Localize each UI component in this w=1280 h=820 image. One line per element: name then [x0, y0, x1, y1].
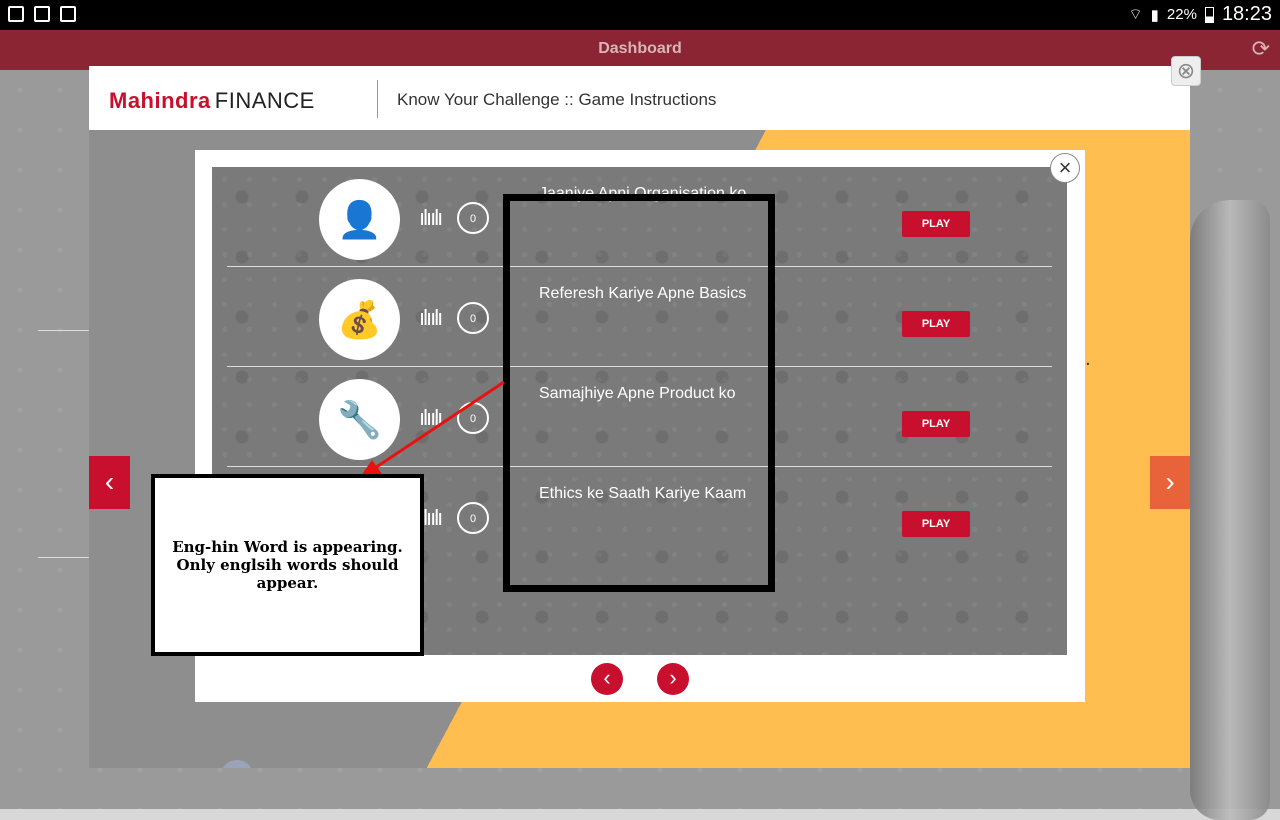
- header-divider: [377, 80, 378, 118]
- annotation-note: Eng-hin Word is appearing. Only englsih …: [151, 474, 424, 656]
- popup-close-button[interactable]: ×: [1050, 153, 1080, 183]
- play-button[interactable]: PLAY: [902, 411, 970, 437]
- pager: ‹ ›: [591, 663, 689, 695]
- app-header: Dashboard ⟳: [0, 30, 1280, 70]
- play-button[interactable]: PLAY: [902, 311, 970, 337]
- prev-page-button[interactable]: ‹: [591, 663, 623, 695]
- money-bag-icon: 💰: [319, 279, 400, 360]
- battery-icon: [1204, 6, 1214, 23]
- notification-icon: [8, 6, 24, 22]
- score-counter: 0: [457, 202, 489, 234]
- refresh-icon[interactable]: ⟳: [1252, 36, 1270, 62]
- app-title: Dashboard: [598, 40, 682, 57]
- file-icon: [60, 6, 76, 22]
- audio-wave-icon[interactable]: ılıılı: [419, 205, 443, 231]
- audio-wave-icon[interactable]: ılıılı: [419, 305, 443, 331]
- modal-header: Mahindra FINANCE Know Your Challenge :: G…: [89, 66, 1190, 130]
- score-counter: 0: [457, 402, 489, 434]
- modal-title: Know Your Challenge :: Game Instructions: [397, 90, 717, 109]
- brand-logo: Mahindra FINANCE: [109, 88, 315, 113]
- next-page-button[interactable]: ›: [657, 663, 689, 695]
- presenter-icon: 👤: [319, 179, 400, 260]
- wifi-icon: ⌔: [1128, 6, 1143, 23]
- battery-level: 22%: [1166, 6, 1197, 23]
- next-slide-button[interactable]: ›: [1150, 456, 1190, 509]
- signal-icon: ▮: [1150, 6, 1159, 24]
- score-counter: 0: [457, 302, 489, 334]
- score-counter: 0: [457, 502, 489, 534]
- status-bar: ⌔ ▮ 22% 18:23: [0, 0, 1280, 30]
- modal-close-button[interactable]: ⊗: [1171, 56, 1201, 86]
- audio-wave-icon[interactable]: ılıılı: [419, 405, 443, 431]
- play-button[interactable]: PLAY: [902, 511, 970, 537]
- annotation-highlight-box: [503, 194, 775, 592]
- notification-icons: [8, 6, 76, 22]
- clock: 18:23: [1221, 3, 1272, 25]
- tools-icon: 🔧: [319, 379, 400, 460]
- gallery-icon: [34, 6, 50, 22]
- system-tray: ⌔ ▮ 22% 18:23: [1129, 3, 1272, 26]
- robot-character: [1190, 200, 1270, 820]
- play-button[interactable]: PLAY: [902, 211, 970, 237]
- prev-slide-button[interactable]: ‹: [89, 456, 130, 509]
